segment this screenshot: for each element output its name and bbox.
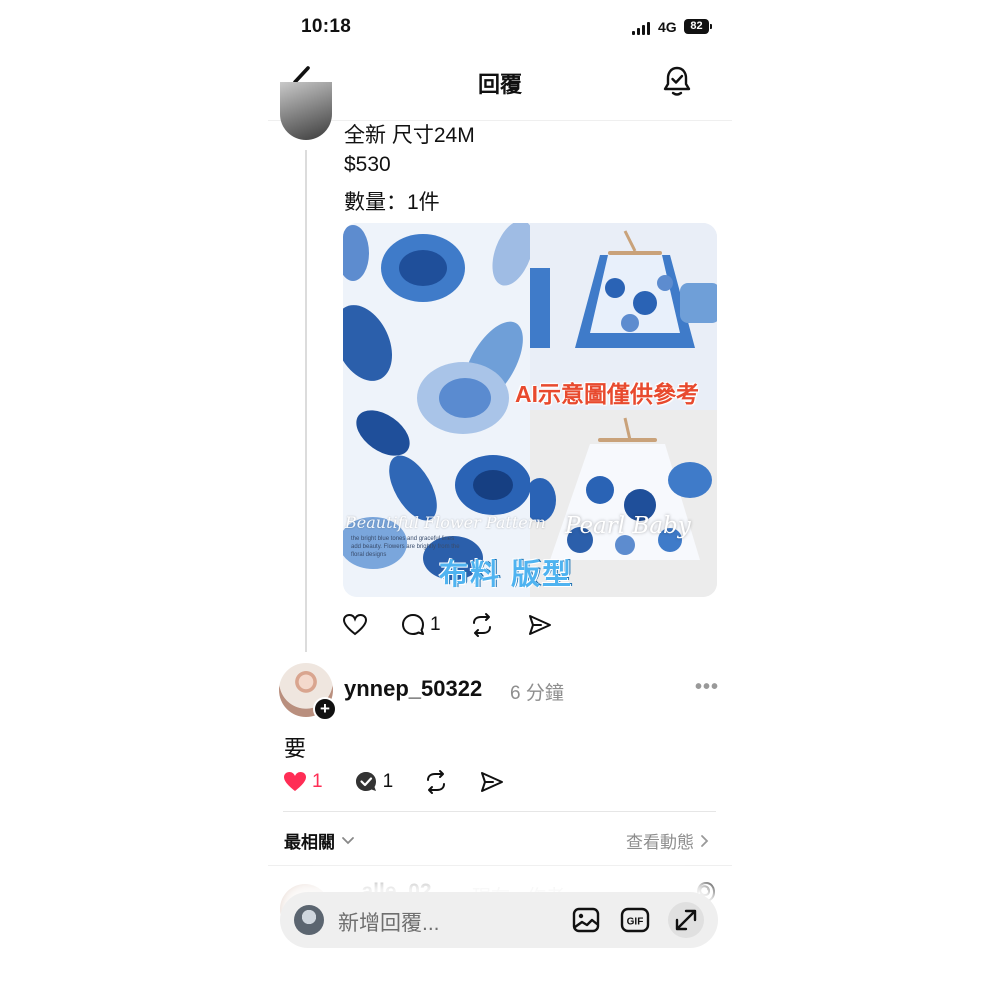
comment-icon bbox=[402, 614, 424, 635]
reply-repost-button[interactable] bbox=[423, 769, 449, 795]
phone-screen: 10:18 4G 82 回覆 全新 尺寸24M $530 數量：1件 Beaut… bbox=[268, 0, 732, 1000]
post-text-size: 全新 尺寸24M bbox=[344, 124, 475, 147]
repost-icon bbox=[427, 770, 446, 794]
author-avatar[interactable] bbox=[280, 82, 332, 140]
reply-like-count: 1 bbox=[312, 771, 323, 792]
post-image[interactable]: Beautiful Flower Pattern the bright blue… bbox=[343, 223, 717, 597]
battery-icon: 82 bbox=[684, 19, 709, 34]
fabric-pattern-label: 布料 版型 bbox=[439, 559, 574, 591]
comment-button[interactable]: 1 bbox=[400, 612, 441, 638]
share-button[interactable] bbox=[527, 612, 557, 638]
brand-watermark: Pearl Baby bbox=[565, 513, 691, 539]
composer-avatar bbox=[294, 905, 324, 935]
notification-button[interactable] bbox=[662, 64, 692, 98]
ai-disclaimer-label: AI示意圖僅供參考 bbox=[515, 381, 699, 407]
reply-share-button[interactable] bbox=[479, 769, 505, 795]
reply-username[interactable]: ynnep_50322 bbox=[344, 676, 482, 702]
view-activity-link[interactable]: 查看動態 bbox=[626, 828, 710, 853]
status-time: 10:18 bbox=[301, 16, 352, 37]
thread-line bbox=[305, 150, 307, 652]
repost-icon bbox=[472, 613, 491, 637]
heart-icon bbox=[342, 613, 368, 636]
chevron-right-icon bbox=[701, 834, 709, 847]
gif-icon: GIF bbox=[620, 907, 650, 933]
chevron-down-icon bbox=[342, 836, 354, 844]
script-watermark: Beautiful Flower Pattern bbox=[345, 513, 546, 532]
network-type: 4G bbox=[658, 19, 677, 35]
reply-divider bbox=[283, 811, 716, 812]
header-divider bbox=[268, 120, 732, 121]
image-icon bbox=[572, 907, 600, 933]
heart-filled-icon bbox=[284, 772, 306, 791]
svg-text:GIF: GIF bbox=[627, 917, 644, 928]
send-icon bbox=[528, 615, 551, 635]
gif-button[interactable]: GIF bbox=[619, 904, 651, 936]
sort-label: 最相關 bbox=[284, 833, 335, 852]
sort-dropdown[interactable]: 最相關 bbox=[284, 828, 355, 853]
reply-composer[interactable]: 新增回覆... GIF bbox=[280, 892, 718, 948]
activity-label: 查看動態 bbox=[626, 833, 694, 852]
reply-comment-count: 1 bbox=[382, 771, 394, 792]
reply-timestamp: 6 分鐘 bbox=[510, 683, 564, 704]
signal-icon bbox=[632, 22, 650, 35]
reply-input[interactable]: 新增回覆... bbox=[338, 907, 440, 937]
more-options-icon[interactable]: ••• bbox=[695, 676, 719, 699]
post-actions: 1 bbox=[342, 612, 557, 638]
follow-plus-icon[interactable]: + bbox=[313, 697, 337, 721]
post-text-price: $530 bbox=[344, 153, 391, 176]
like-button[interactable] bbox=[342, 612, 372, 638]
post-text-quantity: 數量：1件 bbox=[344, 191, 440, 214]
bell-check-icon bbox=[663, 66, 691, 96]
expand-button[interactable] bbox=[668, 902, 704, 938]
battery-tip bbox=[710, 24, 712, 29]
comment-count: 1 bbox=[430, 614, 441, 635]
sort-divider bbox=[268, 865, 732, 866]
reply-comment-button[interactable]: 1 bbox=[353, 769, 394, 795]
reply-text: 要 bbox=[284, 736, 307, 761]
expand-icon bbox=[675, 909, 697, 931]
reply-actions: 1 1 bbox=[282, 769, 505, 795]
reply-like-button[interactable]: 1 bbox=[282, 769, 323, 795]
comment-check-icon bbox=[355, 772, 376, 791]
repost-button[interactable] bbox=[469, 612, 499, 638]
send-icon bbox=[481, 772, 504, 792]
image-picker-button[interactable] bbox=[570, 904, 602, 936]
